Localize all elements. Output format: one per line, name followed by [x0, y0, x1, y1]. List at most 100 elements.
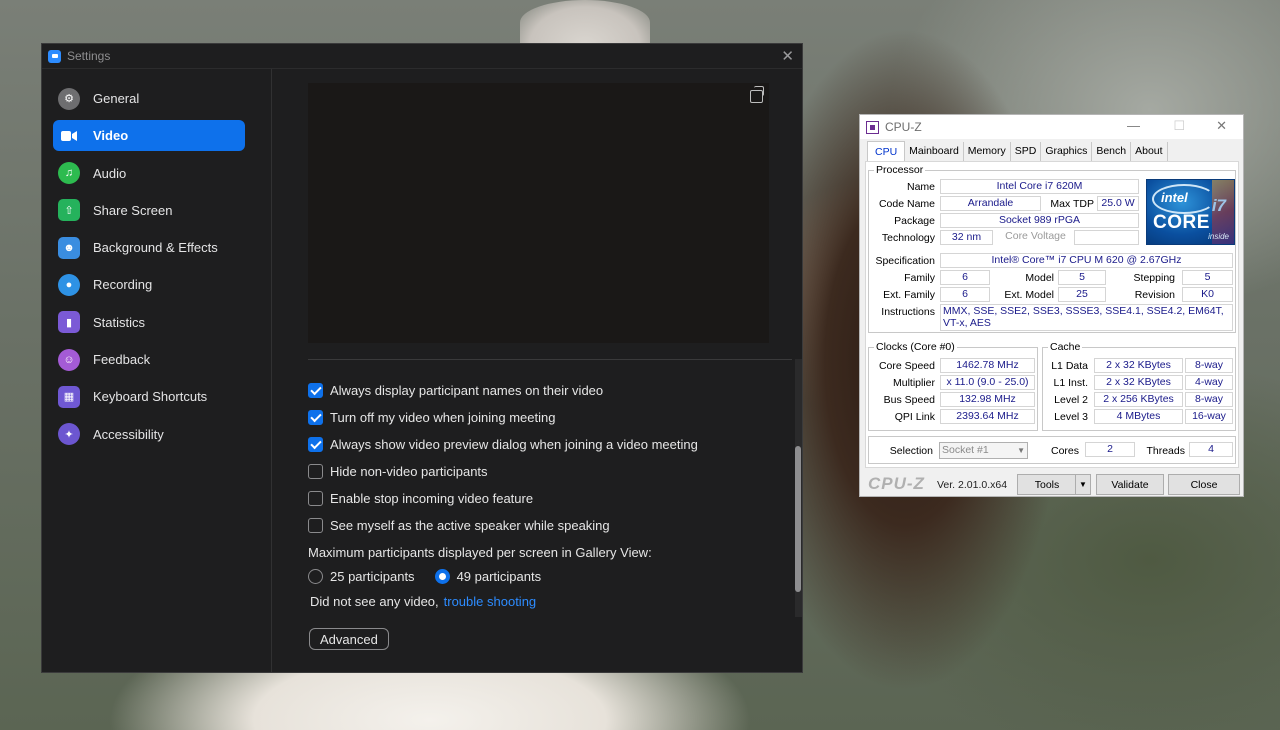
label-selection: Selection [889, 445, 933, 457]
radio-25-participants[interactable] [308, 569, 323, 584]
keyboard-icon: ▦ [58, 385, 80, 408]
sidebar-item-video[interactable]: Video [53, 120, 245, 152]
option-hide-non-video-participants[interactable]: Hide non-video participants [308, 464, 488, 479]
checkbox[interactable] [308, 383, 323, 398]
gallery-radio-group: 25 participants 49 participants [308, 569, 541, 584]
troubleshooting-link[interactable]: trouble shooting [444, 594, 537, 609]
minimize-icon[interactable]: — [1127, 118, 1140, 133]
label-stepping: Stepping [1133, 272, 1175, 284]
background-effects-icon: ☻ [58, 236, 80, 259]
zoom-app-icon [48, 49, 61, 63]
advanced-button[interactable]: Advanced [309, 628, 389, 650]
label-threads: Threads [1146, 445, 1185, 457]
radio-49-participants[interactable] [434, 569, 450, 584]
value-revision: K0 [1182, 287, 1233, 302]
tools-dropdown-arrow-icon[interactable]: ▼ [1075, 474, 1091, 495]
socket-select[interactable]: Socket #1 ▼ [939, 442, 1028, 459]
tab-bar: CPU Mainboard Memory SPD Graphics Bench … [867, 141, 1168, 162]
accessibility-icon: ✦ [58, 423, 80, 446]
cpuz-app-icon [866, 120, 879, 134]
option-label: Always display participant names on thei… [330, 383, 604, 398]
close-button[interactable]: Close [1168, 474, 1240, 495]
checkbox[interactable] [308, 410, 323, 425]
group-label: Clocks (Core #0) [874, 341, 957, 353]
intel-core-i7-logo: intel CORE i7 inside [1146, 179, 1235, 245]
sidebar-item-share-screen[interactable]: ⇧ Share Screen [53, 195, 245, 226]
no-video-text: Did not see any video, [310, 594, 439, 609]
scrollbar-thumb[interactable] [795, 446, 801, 592]
sidebar-item-keyboard-shortcuts[interactable]: ▦ Keyboard Shortcuts [53, 381, 245, 412]
label-core-voltage: Core Voltage [997, 230, 1074, 245]
gallery-view-label: Maximum participants displayed per scree… [308, 545, 652, 560]
label-l1-data: L1 Data [1051, 360, 1088, 372]
value-bus-speed: 132.98 MHz [940, 392, 1035, 407]
option-see-myself-active-speaker[interactable]: See myself as the active speaker while s… [308, 518, 610, 533]
tab-mainboard[interactable]: Mainboard [905, 142, 964, 162]
option-label: Hide non-video participants [330, 464, 488, 479]
validate-button[interactable]: Validate [1096, 474, 1164, 495]
group-label: Cache [1048, 341, 1083, 353]
label-ext-model: Ext. Model [1004, 289, 1054, 301]
logo-model: i7 [1211, 196, 1226, 215]
sidebar-item-label: General [93, 91, 140, 106]
sidebar-item-label: Accessibility [93, 426, 164, 442]
troubleshooting-row: Did not see any video, trouble shooting [310, 594, 536, 609]
sidebar-item-accessibility[interactable]: ✦ Accessibility [53, 419, 245, 450]
value-level-3-way: 16-way [1185, 409, 1233, 424]
maximize-icon[interactable]: ☐ [1173, 118, 1185, 134]
checkbox[interactable] [308, 491, 323, 506]
value-qpi-link: 2393.64 MHz [940, 409, 1035, 424]
sidebar-item-recording[interactable]: ● Recording [53, 269, 245, 300]
value-specification: Intel® Core™ i7 CPU M 620 @ 2.67GHz [940, 253, 1233, 268]
sidebar-item-background-effects[interactable]: ☻ Background & Effects [53, 232, 245, 263]
value-stepping: 5 [1182, 270, 1233, 285]
chevron-down-icon: ▼ [1017, 446, 1025, 455]
option-display-participant-names[interactable]: Always display participant names on thei… [308, 383, 603, 398]
divider [308, 359, 792, 360]
checkbox[interactable] [308, 464, 323, 479]
label-family: Family [904, 272, 935, 284]
cpuz-window: CPU-Z — ☐ ✕ CPU Mainboard Memory SPD Gra… [859, 114, 1244, 497]
tools-button[interactable]: Tools [1017, 474, 1077, 495]
checkbox[interactable] [308, 518, 323, 533]
value-package: Socket 989 rPGA [940, 213, 1139, 228]
settings-sidebar: ⚙ General Video ♫ Audio ⇧ Share Screen ☻… [42, 69, 272, 672]
value-l1-data-way: 8-way [1185, 358, 1233, 373]
option-show-video-preview-dialog[interactable]: Always show video preview dialog when jo… [308, 437, 698, 452]
sidebar-item-statistics[interactable]: ▮ Statistics [53, 307, 245, 338]
tab-spd[interactable]: SPD [1010, 142, 1042, 162]
tab-cpu[interactable]: CPU [867, 141, 906, 162]
title-bar: Settings ✕ [42, 44, 802, 69]
label-package: Package [894, 215, 935, 227]
video-settings-panel: Always display participant names on thei… [273, 69, 802, 672]
video-preview [308, 83, 769, 343]
close-icon[interactable]: ✕ [781, 47, 794, 65]
statistics-icon: ▮ [58, 311, 80, 334]
label-model: Model [1025, 272, 1054, 284]
popout-icon[interactable] [750, 86, 764, 103]
clocks-group: Clocks (Core #0) Core Speed 1462.78 MHz … [868, 341, 1038, 431]
sidebar-item-audio[interactable]: ♫ Audio [53, 158, 245, 189]
share-screen-icon: ⇧ [58, 199, 80, 222]
value-l1-inst-way: 4-way [1185, 375, 1233, 390]
label-l1-inst: L1 Inst. [1053, 377, 1088, 389]
option-stop-incoming-video[interactable]: Enable stop incoming video feature [308, 491, 533, 506]
sidebar-item-label: Statistics [93, 314, 146, 330]
logo-tag: inside [1208, 232, 1229, 241]
value-family: 6 [940, 270, 990, 285]
sidebar-item-feedback[interactable]: ☺ Feedback [53, 344, 245, 375]
recording-icon: ● [58, 273, 80, 296]
sidebar-item-general[interactable]: ⚙ General [53, 83, 245, 114]
checkbox[interactable] [308, 437, 323, 452]
video-camera-icon [58, 125, 80, 147]
tab-memory[interactable]: Memory [963, 142, 1011, 162]
zoom-settings-window: Settings ✕ ⚙ General Video ♫ Audio ⇧ Sha… [41, 43, 803, 673]
option-turn-off-video-on-join[interactable]: Turn off my video when joining meeting [308, 410, 555, 425]
label-code-name: Code Name [878, 198, 935, 210]
close-icon[interactable]: ✕ [1216, 118, 1227, 134]
value-ext-family: 6 [940, 287, 990, 302]
tab-graphics[interactable]: Graphics [1041, 142, 1093, 162]
tab-bench[interactable]: Bench [1092, 142, 1132, 162]
value-ext-model: 25 [1058, 287, 1106, 302]
tab-about[interactable]: About [1131, 142, 1168, 162]
